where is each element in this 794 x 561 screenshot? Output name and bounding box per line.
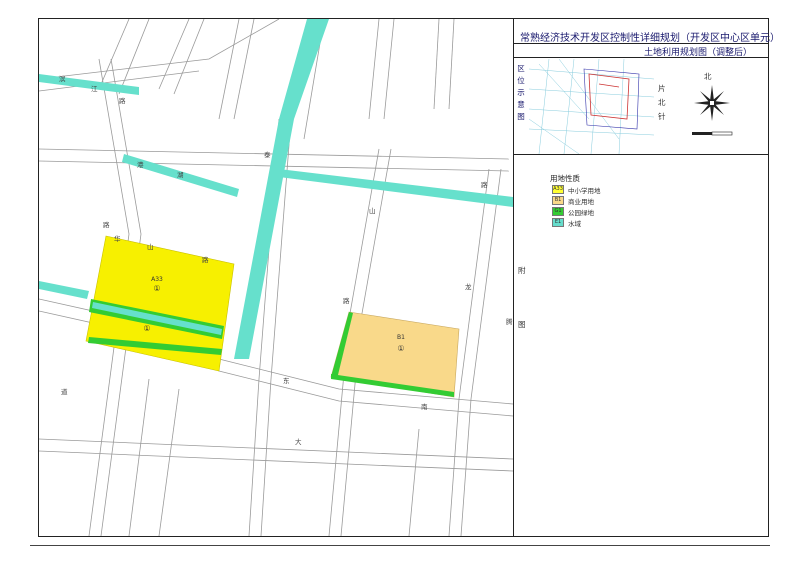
subtitle-divider bbox=[514, 57, 768, 58]
road-label: 山 bbox=[147, 242, 154, 251]
bottom-rule bbox=[30, 545, 770, 546]
plan-title: 常熟经济技术开发区控制性详细规划（开发区中心区单元） bbox=[520, 33, 780, 44]
legend-swatch: B1 bbox=[552, 196, 564, 205]
road-label: 湖 bbox=[177, 170, 184, 179]
legend-item-school: A33 中小学用地 bbox=[552, 185, 601, 195]
road-label: 路 bbox=[103, 220, 110, 229]
site-label-2: 北 bbox=[658, 98, 666, 107]
road-label: 港 bbox=[137, 160, 144, 169]
road-label: 腾 bbox=[506, 317, 513, 326]
road-label: 道 bbox=[61, 387, 68, 396]
title-divider bbox=[514, 43, 768, 44]
commercial-parcel[interactable]: B1 ① bbox=[330, 311, 460, 398]
road-label: 泰 bbox=[264, 150, 271, 159]
site-label-3: 针 bbox=[658, 112, 666, 121]
road-label: 滨 bbox=[59, 74, 66, 83]
legend-label: 商业用地 bbox=[568, 197, 594, 206]
land-use-map[interactable]: A33 ① ① B1 ① 滨 江 路 港 湖 路 华 山 路 泰 山 路 龙 腾… bbox=[39, 19, 513, 536]
legend-label: 公园绿地 bbox=[568, 208, 594, 217]
commercial-parcel-code: B1 bbox=[397, 334, 405, 341]
legend-item-water: E1 水域 bbox=[552, 218, 581, 228]
road-label: 龙 bbox=[465, 282, 472, 291]
legend-label: 水域 bbox=[568, 219, 581, 228]
school-parcel[interactable]: A33 ① ① bbox=[85, 235, 235, 372]
side-note-2: 图 bbox=[518, 320, 526, 329]
legend-item-commercial: B1 商业用地 bbox=[552, 196, 594, 206]
legend-swatch: A33 bbox=[552, 185, 564, 194]
legend-item-green: G1 公园绿地 bbox=[552, 207, 594, 217]
road-label: 路 bbox=[343, 296, 350, 305]
road-label: 南 bbox=[421, 402, 428, 411]
road-label: 东 bbox=[283, 376, 290, 385]
school-parcel-code: A33 bbox=[151, 276, 163, 283]
road-label: 华 bbox=[114, 234, 121, 243]
road-label: 路 bbox=[481, 180, 488, 189]
legend-label: 中小学用地 bbox=[568, 186, 601, 195]
road-label: 山 bbox=[369, 206, 376, 215]
legend-swatch: E1 bbox=[552, 218, 564, 227]
road-label: 路 bbox=[202, 255, 209, 264]
side-note-1: 附 bbox=[518, 266, 526, 275]
site-label-1: 片 bbox=[658, 84, 666, 93]
road-label: 大 bbox=[295, 437, 302, 446]
road-label: 江 bbox=[91, 85, 98, 93]
north-arrow-icon bbox=[694, 85, 730, 121]
commercial-parcel-id: ① bbox=[397, 344, 404, 353]
scale-bar-icon bbox=[692, 131, 733, 136]
north-label: 北 bbox=[704, 72, 712, 81]
road-label: 路 bbox=[119, 96, 126, 105]
title-legend-panel: 常熟经济技术开发区控制性详细规划（开发区中心区单元） 土地利用规划图（调整后） … bbox=[514, 19, 780, 536]
index-map-label: 区 位 示 意 图 bbox=[517, 64, 525, 121]
school-parcel-id-2: ① bbox=[143, 324, 150, 333]
index-divider bbox=[514, 154, 768, 155]
legend-swatch: G1 bbox=[552, 207, 564, 216]
school-parcel-id: ① bbox=[153, 284, 160, 293]
legend-title: 用地性质 bbox=[550, 174, 580, 183]
location-index-map bbox=[529, 59, 654, 154]
